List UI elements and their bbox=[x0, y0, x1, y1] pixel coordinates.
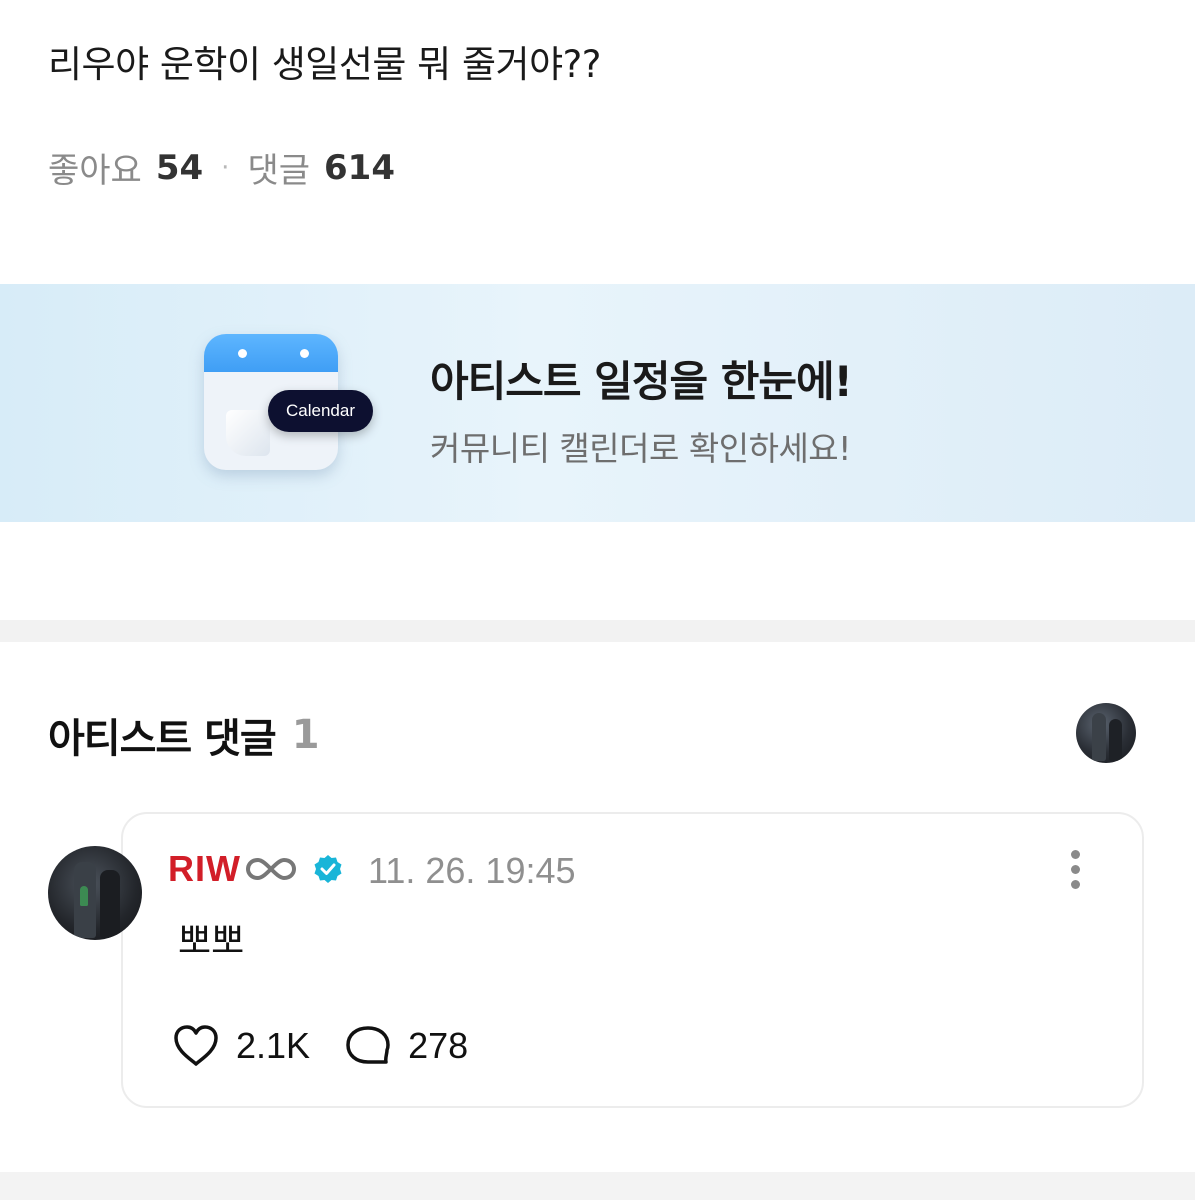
like-button[interactable]: 2.1K bbox=[172, 1024, 310, 1068]
avatar-accent bbox=[80, 886, 88, 906]
comments-label: 댓글 bbox=[247, 151, 310, 191]
artist-comments-count: 1 bbox=[291, 712, 320, 758]
calendar-pill: Calendar bbox=[268, 390, 373, 432]
post-stats: 좋아요 54 · 댓글 614 bbox=[48, 143, 395, 192]
comments-count: 614 bbox=[324, 147, 395, 188]
more-dot bbox=[1071, 850, 1080, 859]
speech-bubble-icon bbox=[346, 1026, 390, 1064]
more-dot bbox=[1071, 865, 1080, 874]
artist-comments-heading: 아티스트 댓글 1 bbox=[48, 706, 320, 764]
avatar-figure bbox=[1092, 713, 1106, 761]
likes-count: 54 bbox=[155, 147, 204, 188]
avatar-figure bbox=[1109, 719, 1122, 761]
banner-title: 아티스트 일정을 한눈에! bbox=[430, 357, 853, 406]
comment-author[interactable]: RIW bbox=[168, 848, 343, 890]
post-title: 리우야 운학이 생일선물 뭐 줄거야?? bbox=[48, 43, 601, 86]
comment-timestamp: 11. 26. 19:45 bbox=[368, 850, 576, 891]
heart-icon bbox=[174, 1025, 218, 1066]
avatar-figure bbox=[100, 870, 120, 938]
calendar-ring-dot bbox=[300, 349, 309, 358]
bottom-divider bbox=[0, 1172, 1195, 1200]
section-divider bbox=[0, 620, 1195, 642]
reply-count: 278 bbox=[408, 1025, 469, 1066]
author-name: RIW bbox=[168, 848, 241, 889]
comment-actions: 2.1K 278 bbox=[172, 1024, 468, 1068]
calendar-ring-dot bbox=[238, 349, 247, 358]
calendar-banner[interactable]: Calendar 아티스트 일정을 한눈에! 커뮤니티 캘린더로 확인하세요! bbox=[0, 284, 1195, 522]
calendar-icon-header bbox=[204, 334, 338, 372]
artist-avatar[interactable] bbox=[1076, 703, 1136, 763]
more-options-icon[interactable] bbox=[1066, 850, 1086, 890]
comment-text: 뽀뽀 bbox=[178, 921, 245, 962]
verified-badge-icon bbox=[314, 855, 342, 883]
page: 리우야 운학이 생일선물 뭐 줄거야?? 좋아요 54 · 댓글 614 Cal… bbox=[0, 0, 1195, 1200]
more-dot bbox=[1071, 880, 1080, 889]
banner-subtitle: 커뮤니티 캘린더로 확인하세요! bbox=[430, 429, 851, 468]
reply-button[interactable]: 278 bbox=[344, 1024, 468, 1068]
comment-author-avatar[interactable] bbox=[48, 846, 142, 940]
like-count: 2.1K bbox=[236, 1025, 311, 1066]
calendar-page-fold bbox=[226, 410, 270, 456]
likes-label: 좋아요 bbox=[48, 151, 142, 191]
infinity-icon bbox=[245, 857, 296, 881]
artist-comments-title: 아티스트 댓글 bbox=[48, 716, 277, 762]
stats-separator: · bbox=[221, 152, 230, 183]
